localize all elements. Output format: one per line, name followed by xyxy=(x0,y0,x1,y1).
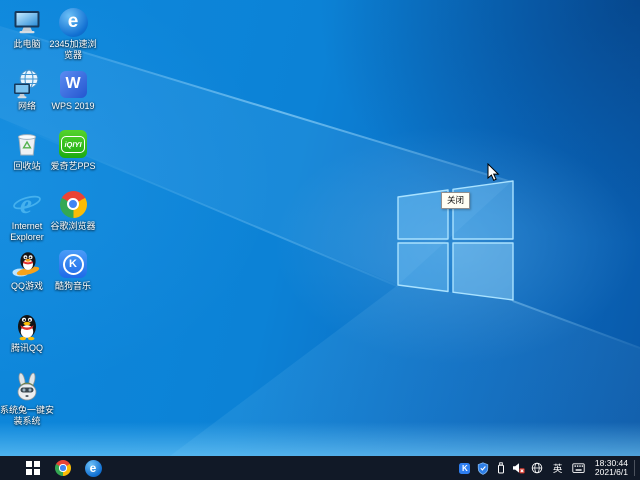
start-button[interactable] xyxy=(18,456,48,480)
iqiyi-icon: iQIYI xyxy=(59,130,87,158)
internet-explorer-icon: e xyxy=(11,188,43,220)
desktop-wallpaper: 此电脑 e 2345加速浏览器 网络 W WPS 2019 xyxy=(0,0,640,456)
desktop-icon-tencent-qq[interactable]: 腾讯QQ xyxy=(4,310,50,354)
kugou-tray-icon: K xyxy=(459,463,470,474)
desktop-icon-system-rabbit[interactable]: 系统兔一键安装系统 xyxy=(4,372,50,426)
clock-date: 2021/6/1 xyxy=(595,468,628,478)
desktop-icon-qq-games[interactable]: QQ游戏 xyxy=(4,248,50,292)
icon-label: 腾讯QQ xyxy=(0,343,55,354)
tray-usb-button[interactable] xyxy=(494,456,507,480)
taskbar: e K xyxy=(0,456,640,480)
2345-browser-icon: e xyxy=(59,8,88,37)
tooltip: 关闭 xyxy=(441,192,470,209)
icon-label: 爱奇艺PPS xyxy=(45,161,101,172)
recycle-bin-icon xyxy=(11,128,43,160)
windows-start-icon xyxy=(26,461,39,474)
chrome-icon xyxy=(60,191,87,218)
qq-games-icon xyxy=(11,248,43,280)
icon-label: 系统兔一键安装系统 xyxy=(0,405,55,426)
wps-w-glyph: W xyxy=(65,75,80,93)
icon-label: 谷歌浏览器 xyxy=(45,221,101,232)
desktop-icon-chrome[interactable]: 谷歌浏览器 xyxy=(50,188,96,232)
network-globe-icon xyxy=(531,462,543,474)
system-rabbit-icon xyxy=(11,372,43,404)
tray-kugou-button[interactable]: K xyxy=(458,456,471,480)
desktop-icon-internet-explorer[interactable]: e Internet Explorer xyxy=(4,188,50,242)
volume-muted-icon xyxy=(512,462,525,474)
taskbar-clock[interactable]: 18:30:44 2021/6/1 xyxy=(595,459,628,478)
desktop-icon-wps-2019[interactable]: W WPS 2019 xyxy=(50,68,96,112)
wps-icon: W xyxy=(60,71,87,98)
browser-e-glyph: e xyxy=(90,461,97,475)
tray-security-button[interactable] xyxy=(476,456,489,480)
tray-network-button[interactable] xyxy=(530,456,543,480)
taskbar-chrome-button[interactable] xyxy=(48,456,78,480)
desktop-icon-2345-browser[interactable]: e 2345加速浏览器 xyxy=(50,6,96,60)
desktop-icon-kugou-music[interactable]: K 酷狗音乐 xyxy=(50,248,96,292)
network-icon xyxy=(11,68,43,100)
chrome-icon xyxy=(55,460,71,476)
mouse-cursor xyxy=(487,163,500,182)
tray-volume-button[interactable] xyxy=(512,456,525,480)
desktop-icon-recycle-bin[interactable]: 回收站 xyxy=(4,128,50,172)
desktop-icon-iqiyi-pps[interactable]: iQIYI 爱奇艺PPS xyxy=(50,128,96,172)
kugou-icon: K xyxy=(59,250,87,278)
taskbar-2345-browser-button[interactable]: e xyxy=(78,456,108,480)
system-tray: K 英 xyxy=(456,456,640,480)
svg-text:e: e xyxy=(20,189,32,219)
touch-keyboard-icon xyxy=(572,462,585,474)
kugou-k-glyph: K xyxy=(69,258,77,270)
show-desktop-button[interactable] xyxy=(635,456,640,480)
icon-label: WPS 2019 xyxy=(45,101,101,112)
iqiyi-glyph: iQIYI xyxy=(61,136,84,153)
this-pc-icon xyxy=(11,6,43,38)
desktop-icon-this-pc[interactable]: 此电脑 xyxy=(4,6,50,50)
2345-browser-icon: e xyxy=(85,460,102,477)
desktop-icon-network[interactable]: 网络 xyxy=(4,68,50,112)
usb-device-icon xyxy=(495,462,507,474)
touch-keyboard-button[interactable] xyxy=(572,456,585,480)
ime-language-indicator[interactable]: 英 xyxy=(553,461,563,475)
browser-e-glyph: e xyxy=(68,11,79,33)
icon-label: 酷狗音乐 xyxy=(45,281,101,292)
shield-icon xyxy=(477,462,489,475)
icon-label: 2345加速浏览器 xyxy=(45,39,101,60)
tencent-qq-icon xyxy=(11,310,43,342)
